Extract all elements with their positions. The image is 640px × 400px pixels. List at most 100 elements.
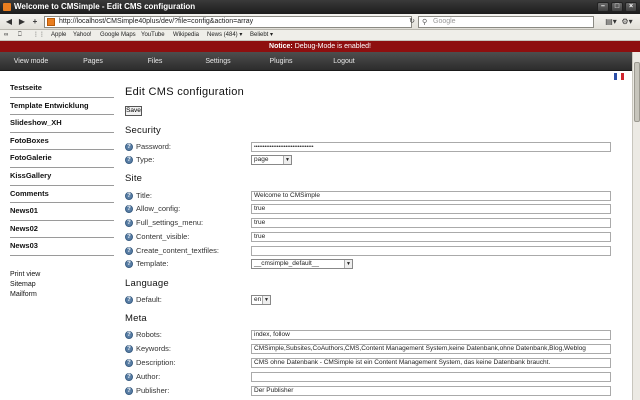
help-icon[interactable]: ? <box>125 387 133 395</box>
menu-logout[interactable]: Logout <box>319 52 369 71</box>
vertical-scrollbar[interactable] <box>632 52 640 400</box>
help-icon[interactable]: ? <box>125 331 133 339</box>
full-settings-menu-field[interactable]: true <box>251 218 611 228</box>
type-value: page <box>254 156 269 163</box>
row-title: ? Title: Welcome to CMSimple <box>125 191 611 203</box>
row-create-content-textfiles: ? Create_content_textfiles: <box>125 246 611 258</box>
help-icon[interactable]: ? <box>125 192 133 200</box>
minimize-button[interactable]: – <box>597 2 609 12</box>
back-icon[interactable]: ◀ <box>3 16 15 28</box>
close-button[interactable]: × <box>625 2 637 12</box>
save-button[interactable]: Save <box>125 106 142 116</box>
print-view-link[interactable]: Print view <box>10 270 40 280</box>
robots-field[interactable]: index, follow <box>251 330 611 340</box>
keywords-field[interactable]: CMSimple,Subsites,CoAuthors,CMS,Content … <box>251 344 611 354</box>
bookmark-news[interactable]: News (484) ▾ <box>207 30 242 41</box>
description-field[interactable]: CMS ohne Datenbank - CMSimple ist ein Co… <box>251 358 611 368</box>
chevron-down-icon: ▼ <box>262 296 270 304</box>
admin-menu: View mode Pages Files Settings Plugins L… <box>0 52 636 71</box>
sitemap-link[interactable]: Sitemap <box>10 280 40 290</box>
sidebar-item-fotoboxes[interactable]: FotoBoxes <box>10 133 114 151</box>
author-field[interactable] <box>251 372 611 382</box>
help-icon[interactable]: ? <box>125 156 133 164</box>
row-description: ? Description: CMS ohne Datenbank - CMSi… <box>125 358 611 370</box>
author-label: Author: <box>136 372 161 381</box>
bookmark-youtube[interactable]: YouTube <box>141 30 165 41</box>
template-value: __cmsimple_default__ <box>254 260 320 267</box>
scrollbar-thumb[interactable] <box>634 62 640 122</box>
create-content-textfiles-field[interactable] <box>251 246 611 256</box>
notice-label: Notice: <box>269 43 293 50</box>
content-visible-label: Content_visible: <box>136 232 190 241</box>
forward-icon[interactable]: ▶ <box>17 16 27 28</box>
keywords-label: Keywords: <box>136 344 172 353</box>
help-icon[interactable]: ? <box>125 359 133 367</box>
type-select[interactable]: page ▼ <box>251 155 292 165</box>
sidebar-item-news01[interactable]: News01 <box>10 203 114 221</box>
password-field[interactable]: •••••••••••••••••••••••••••••••••• <box>251 142 611 152</box>
bookmark-google-maps[interactable]: Google Maps <box>100 30 136 41</box>
sidebar-item-template-entwicklung[interactable]: Template Entwicklung <box>10 98 114 116</box>
reading-list-icon[interactable]: ∞ <box>4 30 8 41</box>
new-tab-icon[interactable]: + <box>30 16 40 28</box>
help-icon[interactable]: ? <box>125 296 133 304</box>
bookmarks-icon[interactable]: ⎕ <box>18 30 22 41</box>
allow-config-field[interactable]: true <box>251 204 611 214</box>
row-publisher: ? Publisher: Der Publisher <box>125 386 611 398</box>
sidebar-item-comments[interactable]: Comments <box>10 186 114 204</box>
page-menu-icon[interactable]: ▤▾ <box>604 16 618 28</box>
title-field[interactable]: Welcome to CMSimple <box>251 191 611 201</box>
gear-icon[interactable]: ⚙▾ <box>620 16 634 28</box>
chevron-down-icon: ▼ <box>344 260 352 268</box>
template-select[interactable]: __cmsimple_default__ ▼ <box>251 259 353 269</box>
help-icon[interactable]: ? <box>125 233 133 241</box>
sidebar-item-fotogalerie[interactable]: FotoGalerie <box>10 150 114 168</box>
sidebar-item-news02[interactable]: News02 <box>10 221 114 239</box>
bookmark-yahoo[interactable]: Yahoo! <box>73 30 92 41</box>
help-icon[interactable]: ? <box>125 143 133 151</box>
maximize-button[interactable]: □ <box>611 2 623 12</box>
sidebar: Testseite Template Entwicklung Slideshow… <box>10 80 114 256</box>
default-language-select[interactable]: en ▼ <box>251 295 271 305</box>
sidebar-item-kissgallery[interactable]: KissGallery <box>10 168 114 186</box>
url-bar[interactable]: http://localhost/CMSimple40plus/dev/?fil… <box>44 16 412 28</box>
content-visible-field[interactable]: true <box>251 232 611 242</box>
sidebar-item-slideshow[interactable]: Slideshow_XH <box>10 115 114 133</box>
row-content-visible: ? Content_visible: true <box>125 232 611 244</box>
mailform-link[interactable]: Mailform <box>10 290 40 300</box>
section-meta: Meta <box>125 313 147 324</box>
row-type: ? Type: page ▼ <box>125 155 611 167</box>
robots-label: Robots: <box>136 330 162 339</box>
sidebar-links: Print view Sitemap Mailform <box>10 270 40 300</box>
sidebar-item-testseite[interactable]: Testseite <box>10 80 114 98</box>
menu-pages[interactable]: Pages <box>68 52 118 71</box>
help-icon[interactable]: ? <box>125 219 133 227</box>
search-icon: ⚲ <box>422 19 428 26</box>
help-icon[interactable]: ? <box>125 260 133 268</box>
bookmark-apple[interactable]: Apple <box>51 30 66 41</box>
menu-plugins[interactable]: Plugins <box>256 52 306 71</box>
browser-toolbar: ◀ ▶ + http://localhost/CMSimple40plus/de… <box>0 14 640 30</box>
language-flag-icon[interactable] <box>614 73 624 80</box>
search-input[interactable]: ⚲ Google <box>418 16 594 28</box>
reload-icon[interactable]: ↻ <box>408 16 416 28</box>
help-icon[interactable]: ? <box>125 247 133 255</box>
row-keywords: ? Keywords: CMSimple,Subsites,CoAuthors,… <box>125 344 611 356</box>
bookmark-wikipedia[interactable]: Wikipedia <box>173 30 199 41</box>
help-icon[interactable]: ? <box>125 373 133 381</box>
window-title: Welcome to CMSimple - Edit CMS configura… <box>14 2 196 11</box>
sidebar-item-news03[interactable]: News03 <box>10 238 114 256</box>
site-icon <box>47 18 55 26</box>
bookmark-beliebt[interactable]: Beliebt ▾ <box>250 30 273 41</box>
row-template: ? Template: __cmsimple_default__ ▼ <box>125 259 611 271</box>
menu-files[interactable]: Files <box>130 52 180 71</box>
title-label: Title: <box>136 191 152 200</box>
menu-view-mode[interactable]: View mode <box>6 52 56 71</box>
window-titlebar: Welcome to CMSimple - Edit CMS configura… <box>0 0 640 14</box>
top-sites-icon[interactable]: ⋮⋮ <box>33 30 45 41</box>
help-icon[interactable]: ? <box>125 205 133 213</box>
help-icon[interactable]: ? <box>125 345 133 353</box>
publisher-field[interactable]: Der Publisher <box>251 386 611 396</box>
row-allow-config: ? Allow_config: true <box>125 204 611 216</box>
menu-settings[interactable]: Settings <box>193 52 243 71</box>
